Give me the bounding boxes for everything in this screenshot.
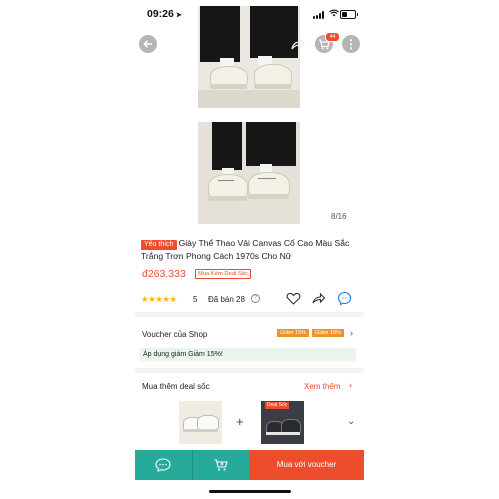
chat-button[interactable] <box>135 450 192 480</box>
messenger-icon <box>337 291 352 306</box>
status-time: 09:26 ➤ <box>147 8 182 20</box>
product-screen: 09:26 ➤ 44 ⋮ 8/16 Yêu thích Giày Thể Tha… <box>135 0 364 499</box>
heart-icon <box>286 292 301 305</box>
chevron-right-icon[interactable]: › <box>350 328 353 338</box>
voucher-applied-banner: Áp dụng giảm Giảm 15%! <box>140 348 356 361</box>
sold-count: Đã bán 28 <box>208 295 245 304</box>
more-icon: ⋮ <box>345 37 357 51</box>
like-button[interactable] <box>286 291 301 306</box>
chat-icon <box>155 458 171 472</box>
rating-stars: ★★★★★ <box>141 294 177 304</box>
voucher-tag[interactable]: Giảm 15% <box>277 329 310 337</box>
product-title-block: Yêu thích Giày Thể Thao Vải Canvas Cổ Cao… <box>141 237 355 262</box>
deal-badge: Deal Sốc <box>265 402 290 409</box>
chevron-down-icon[interactable]: ⌄ <box>347 416 355 427</box>
product-photo-current[interactable] <box>198 122 300 224</box>
back-button[interactable] <box>139 35 157 53</box>
bottom-action-bar: Mua với voucher <box>135 450 364 480</box>
buy-with-voucher-button[interactable]: Mua với voucher <box>249 450 364 480</box>
image-counter: 8/16 <box>331 212 347 221</box>
add-cart-icon <box>214 459 228 471</box>
see-more-link[interactable]: Xem thêm <box>304 382 340 391</box>
product-photo[interactable] <box>198 6 300 108</box>
battery-icon <box>340 10 358 19</box>
back-arrow-icon <box>143 40 152 48</box>
chevron-right-icon[interactable]: › <box>349 380 352 390</box>
share-button[interactable] <box>289 36 305 52</box>
shop-voucher-title[interactable]: Voucher của Shop <box>142 330 207 339</box>
more-button[interactable]: ⋮ <box>342 35 360 53</box>
favorite-tag: Yêu thích <box>141 240 177 250</box>
product-price: đ263.333 <box>142 268 186 280</box>
add-to-cart-button[interactable] <box>192 450 249 480</box>
home-indicator[interactable] <box>209 490 291 493</box>
share-icon <box>291 37 305 50</box>
voucher-tag[interactable]: Giảm 10% <box>312 329 345 337</box>
wifi-icon <box>329 9 339 19</box>
share-product-button[interactable] <box>311 291 326 306</box>
help-icon[interactable]: ? <box>251 294 260 303</box>
section-divider <box>135 368 364 373</box>
signal-icon <box>313 11 326 19</box>
deal-section-title: Mua thêm deal sốc <box>142 382 210 391</box>
deal-tag[interactable]: Mua Kèm Deal Sốc <box>195 269 251 279</box>
rating-value: 5 <box>193 295 198 304</box>
cart-count-badge: 44 <box>325 32 340 42</box>
share-icon <box>312 292 326 304</box>
section-divider <box>135 312 364 317</box>
messenger-button[interactable] <box>337 291 352 306</box>
deal-item-thumbnail[interactable] <box>179 401 222 444</box>
plus-icon: + <box>236 414 244 429</box>
location-icon: ➤ <box>175 12 182 19</box>
